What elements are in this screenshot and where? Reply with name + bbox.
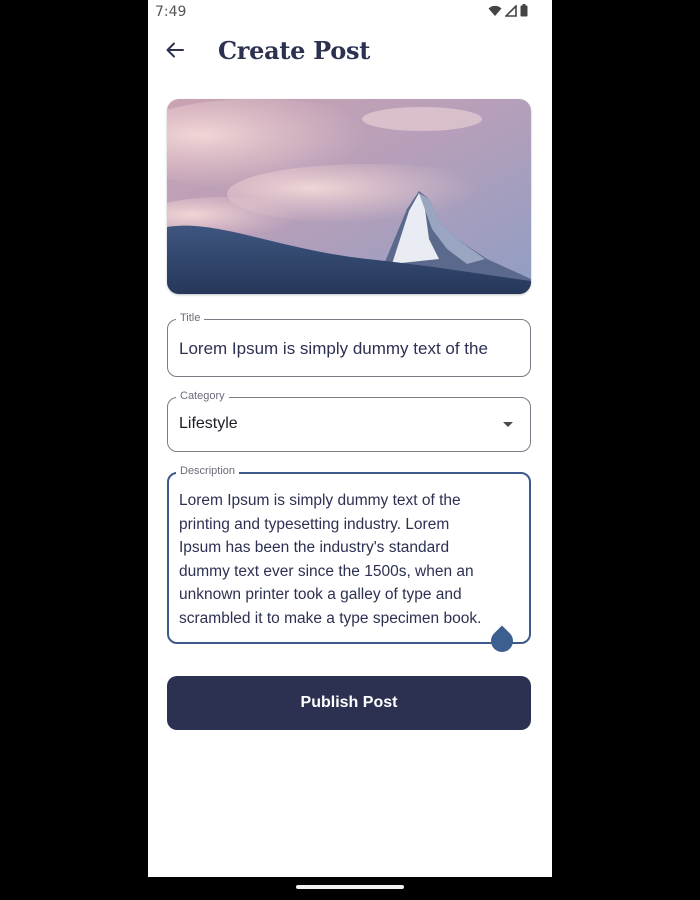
category-dropdown[interactable]: Category Lifestyle [167,390,531,452]
status-icons [488,4,528,22]
page-title: Create Post [218,36,370,65]
signal-icon [504,4,517,22]
post-cover-image[interactable] [167,99,531,294]
title-input[interactable]: Lorem Ipsum is simply dummy text of the [179,339,524,359]
description-label: Description [176,465,240,477]
arrow-back-icon [165,40,185,65]
app-bar: Create Post [148,26,552,78]
battery-icon [520,4,528,22]
dropdown-arrow-icon[interactable] [503,422,513,427]
description-input[interactable]: Lorem Ipsum is simply dummy text of the … [179,489,519,631]
status-time: 7:49 [155,4,187,20]
publish-post-button[interactable]: Publish Post [167,676,531,730]
wifi-icon [488,4,502,22]
gesture-nav-handle[interactable] [296,885,404,889]
category-label: Category [176,390,229,402]
title-field[interactable]: Title Lorem Ipsum is simply dummy text o… [167,312,531,377]
category-selected-value: Lifestyle [179,415,238,432]
back-button[interactable] [160,34,190,70]
title-label: Title [176,312,205,324]
description-field[interactable]: Description Lorem Ipsum is simply dummy … [167,465,531,644]
create-post-screen: 7:49 Create Post Title Lorem Ipsum is si… [148,0,552,877]
status-bar: 7:49 [148,0,552,26]
